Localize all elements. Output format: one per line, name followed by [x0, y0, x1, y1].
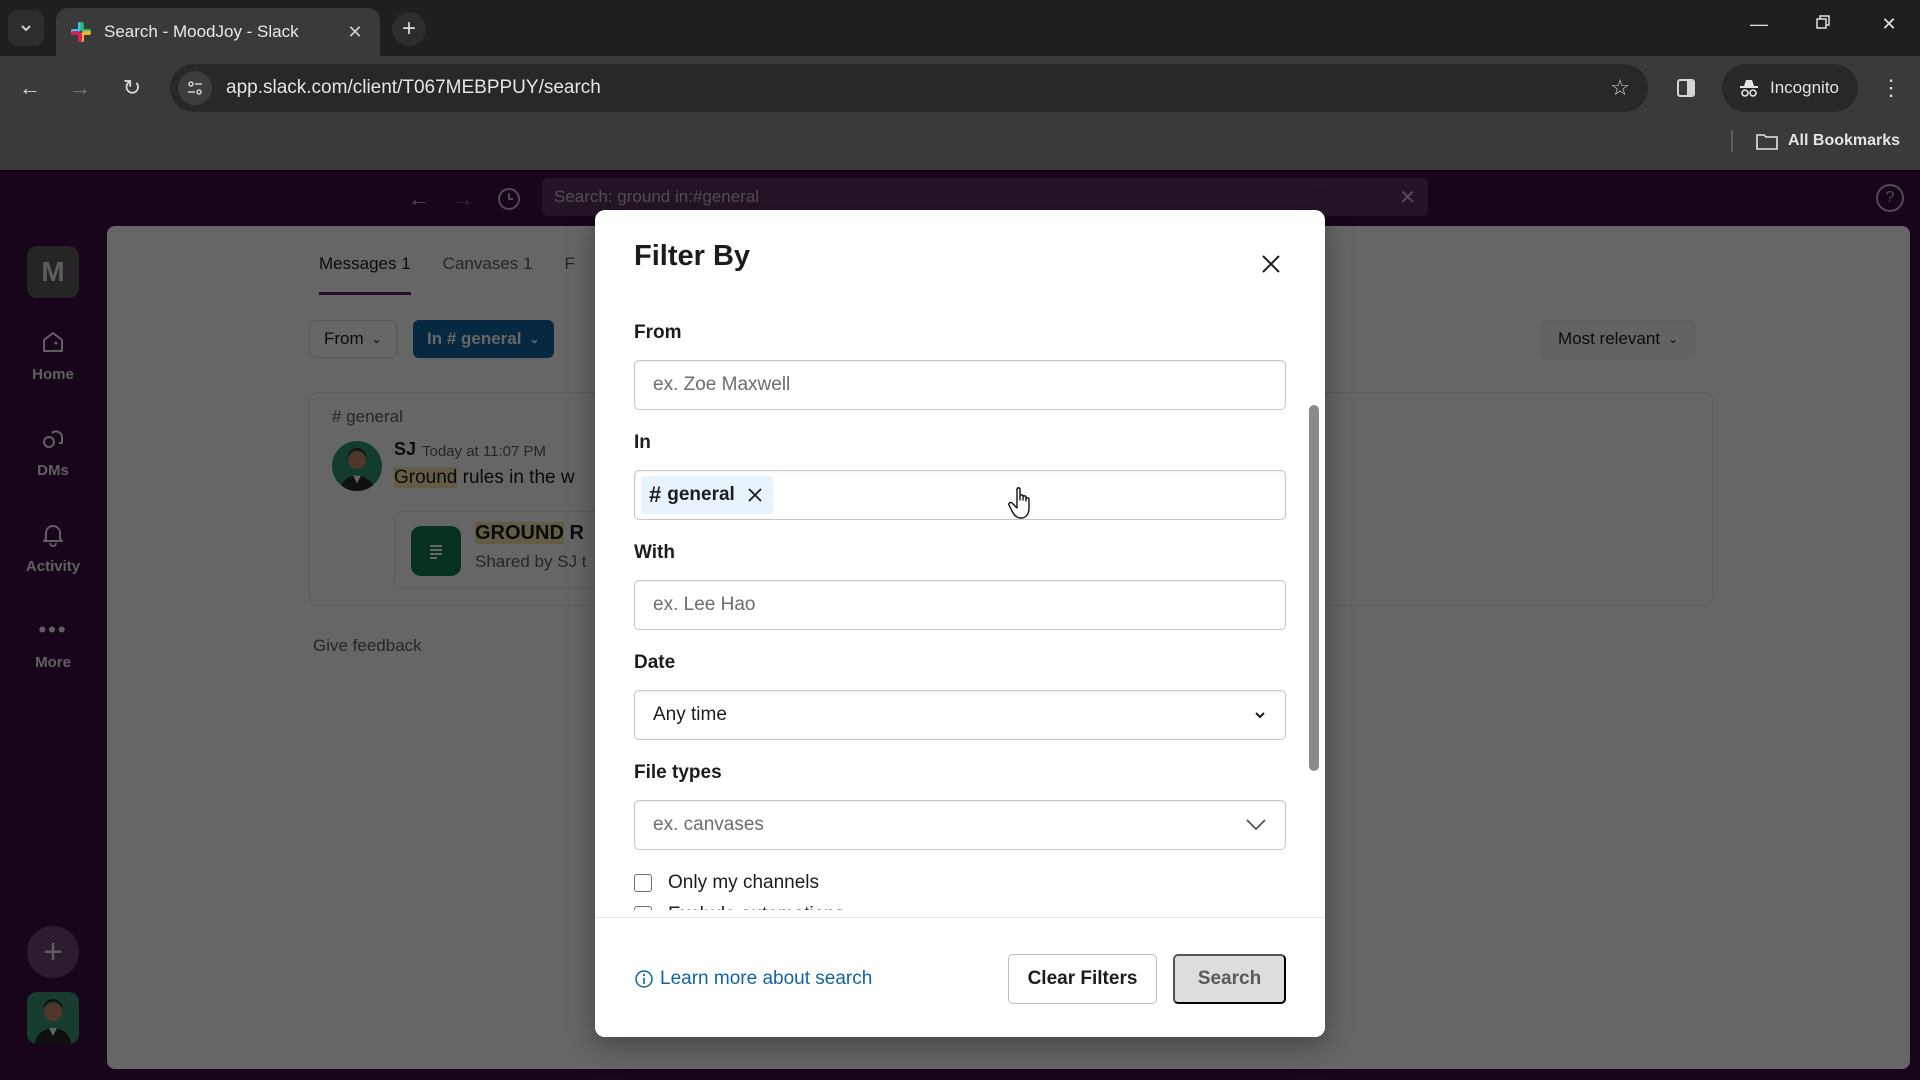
arrow-left-icon: ←: [19, 75, 41, 100]
all-bookmarks-label: All Bookmarks: [1788, 132, 1901, 149]
hash-icon: #: [649, 482, 662, 507]
new-tab-button[interactable]: +: [392, 12, 426, 46]
browser-menu-button[interactable]: ⋮: [1876, 72, 1906, 104]
tab-search-button[interactable]: [8, 10, 44, 46]
in-input[interactable]: # general: [634, 470, 1286, 520]
address-bar[interactable]: app.slack.com/client/T067MEBPPUY/search …: [170, 64, 1648, 112]
with-input[interactable]: ex. Lee Hao: [634, 580, 1286, 630]
learn-more-link[interactable]: Learn more about search: [634, 968, 872, 990]
date-select[interactable]: Any time: [634, 690, 1286, 740]
chevron-down-icon: [1245, 818, 1267, 832]
incognito-icon: [1740, 80, 1758, 97]
modal-scrollbar[interactable]: [1309, 405, 1319, 771]
chip-label: general: [667, 484, 735, 505]
incognito-profile-button[interactable]: Incognito: [1722, 64, 1858, 112]
clear-filters-button[interactable]: Clear Filters: [1008, 954, 1157, 1004]
from-placeholder: ex. Zoe Maxwell: [653, 374, 791, 395]
learn-more-label: Learn more about search: [660, 968, 873, 989]
bookmarks-bar: All Bookmarks: [0, 120, 1920, 170]
reload-icon: ↻: [122, 75, 142, 100]
modal-title: Filter By: [634, 240, 751, 272]
date-value: Any time: [653, 704, 727, 725]
file-types-placeholder: ex. canvases: [653, 814, 764, 835]
tune-icon: [188, 81, 202, 95]
site-info-button[interactable]: [178, 71, 212, 105]
more-vertical-icon: ⋮: [1880, 75, 1902, 100]
bookmark-star-icon[interactable]: ☆: [1610, 75, 1630, 101]
close-icon: [1262, 255, 1280, 273]
search-button[interactable]: Search: [1173, 954, 1286, 1004]
checkbox-box[interactable]: [634, 906, 652, 910]
reload-button[interactable]: ↻: [116, 72, 148, 104]
chevron-down-icon: [1253, 710, 1267, 720]
plus-icon: +: [401, 15, 416, 42]
modal-close-button[interactable]: [1255, 248, 1287, 280]
modal-body: From ex. Zoe Maxwell In # general With e…: [595, 300, 1325, 910]
file-types-select[interactable]: ex. canvases: [634, 800, 1286, 850]
restore-button[interactable]: [1808, 14, 1838, 35]
checkbox-box[interactable]: [634, 874, 652, 892]
filter-by-modal: Filter By From ex. Zoe Maxwell In # gene…: [595, 210, 1325, 1037]
with-placeholder: ex. Lee Hao: [653, 594, 756, 615]
info-icon: [635, 970, 653, 988]
from-input[interactable]: ex. Zoe Maxwell: [634, 360, 1286, 410]
checkbox-label: Only my channels: [668, 872, 820, 893]
remove-chip-button[interactable]: [747, 487, 763, 503]
back-button[interactable]: ←: [14, 72, 46, 104]
exclude-automations-checkbox[interactable]: Exclude automations: [634, 904, 844, 910]
tab-title: Search - MoodJoy - Slack: [104, 22, 299, 41]
checkbox-label: Exclude automations: [668, 904, 844, 910]
browser-tab-active[interactable]: Search - MoodJoy - Slack ✕: [56, 8, 380, 56]
side-panel-button[interactable]: [1672, 74, 1700, 102]
restore-icon: [1816, 15, 1830, 29]
incognito-label: Incognito: [1770, 78, 1839, 97]
forward-button[interactable]: →: [64, 72, 96, 104]
with-label: With: [634, 542, 675, 563]
date-label: Date: [634, 652, 676, 673]
in-label: In: [634, 432, 651, 453]
close-icon: [748, 488, 762, 502]
chevron-down-icon: [21, 25, 31, 32]
channel-chip: # general: [641, 476, 773, 514]
close-window-button[interactable]: ✕: [1874, 14, 1904, 35]
hand-cursor-icon: [1008, 487, 1030, 519]
folder-icon: [1756, 134, 1778, 150]
minimize-button[interactable]: —: [1744, 14, 1774, 35]
browser-toolbar: ← → ↻ app.slack.com/client/T067MEBPPUY/s…: [0, 56, 1920, 120]
browser-tab-strip: Search - MoodJoy - Slack ✕ + — ✕: [0, 0, 1920, 56]
arrow-right-icon: →: [69, 75, 91, 100]
modal-footer: Learn more about search Clear Filters Se…: [595, 917, 1325, 1037]
url-text: app.slack.com/client/T067MEBPPUY/search: [226, 77, 601, 98]
only-my-channels-checkbox[interactable]: Only my channels: [634, 872, 819, 894]
side-panel-icon: [1677, 79, 1695, 97]
from-label: From: [634, 322, 682, 343]
all-bookmarks-button[interactable]: All Bookmarks: [1756, 126, 1900, 156]
tab-close-icon[interactable]: ✕: [344, 22, 366, 43]
slack-logo-icon: [71, 22, 91, 42]
file-types-label: File types: [634, 762, 722, 783]
bookmarks-divider: [1731, 130, 1733, 152]
